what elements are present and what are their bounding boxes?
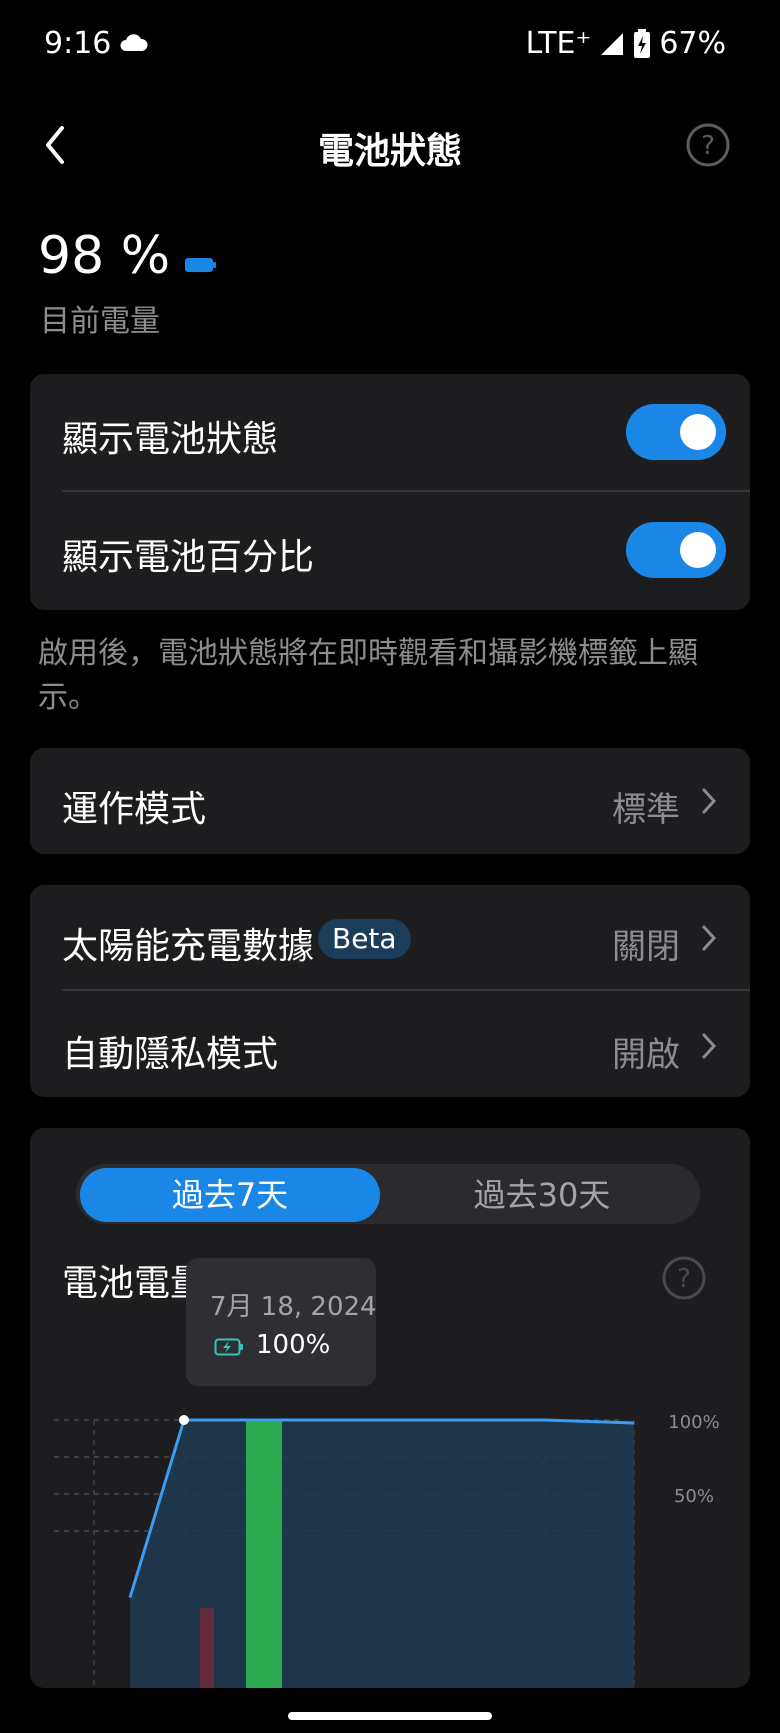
battery-status-toggle[interactable] bbox=[626, 404, 726, 460]
battery-level: 98 % bbox=[38, 226, 171, 286]
operating-mode-value: 標準 bbox=[612, 790, 680, 830]
battery-charging-icon bbox=[634, 28, 651, 58]
divider bbox=[62, 490, 750, 492]
toggle-knob bbox=[680, 414, 716, 450]
solar-charging-value: 關閉 bbox=[612, 927, 680, 967]
cloud-icon bbox=[120, 34, 148, 51]
operating-mode-row[interactable]: 運作模式 標準 bbox=[30, 748, 750, 854]
battery-percent-toggle[interactable] bbox=[626, 522, 726, 578]
battery-level-chart: 100% 50% bbox=[54, 1412, 720, 1688]
page-title: 電池狀態 bbox=[317, 131, 462, 172]
battery-charging-icon bbox=[214, 1338, 243, 1356]
auto-privacy-value: 開啟 bbox=[612, 1035, 680, 1075]
battery-level-icon bbox=[185, 258, 216, 272]
tooltip-date: 7月 18, 2024 bbox=[210, 1292, 377, 1322]
chevron-right-icon bbox=[702, 925, 717, 951]
charging-band bbox=[246, 1420, 282, 1688]
home-indicator[interactable] bbox=[288, 1712, 492, 1720]
toggle-label-battery-percent: 顯示電池百分比 bbox=[62, 537, 315, 578]
privacy-settings-card: 太陽能充電數據 Beta 關閉 自動隱私模式 開啟 bbox=[30, 885, 750, 1097]
settings-note: 啟用後，電池狀態將在即時觀看和攝影機標籤上顯示。 bbox=[38, 636, 698, 715]
status-battery-percent: 67% bbox=[659, 26, 726, 61]
battery-level-label: 目前電量 bbox=[40, 304, 160, 339]
highlight-point bbox=[179, 1415, 189, 1425]
status-icons: LTE⁺ 67% bbox=[526, 26, 726, 61]
signal-icon bbox=[601, 32, 624, 55]
y-tick-label: 100% bbox=[668, 1412, 719, 1433]
svg-text:?: ? bbox=[677, 1264, 691, 1294]
auto-privacy-label: 自動隱私模式 bbox=[62, 1034, 279, 1075]
chart-title: 電池電量 bbox=[62, 1263, 207, 1304]
help-icon[interactable]: ? bbox=[662, 1256, 706, 1300]
operating-mode-label: 運作模式 bbox=[62, 789, 207, 830]
chevron-right-icon bbox=[702, 1033, 717, 1059]
beta-badge: Beta bbox=[318, 919, 411, 959]
chevron-right-icon bbox=[702, 788, 717, 814]
solar-charging-label: 太陽能充電數據 bbox=[62, 926, 315, 967]
help-icon[interactable]: ? bbox=[686, 123, 730, 167]
toggle-knob bbox=[680, 532, 716, 568]
display-settings-card: 顯示電池狀態 顯示電池百分比 bbox=[30, 374, 750, 610]
tooltip-value: 100% bbox=[256, 1330, 331, 1360]
solar-charging-row[interactable]: 太陽能充電數據 Beta 關閉 bbox=[30, 885, 750, 989]
status-time: 9:16 bbox=[44, 26, 112, 61]
battery-chart-card: 過去7天 過去30天 100% 50% 電池電量 ? 7月 18, 2024 10… bbox=[30, 1128, 750, 1688]
auto-privacy-row[interactable]: 自動隱私模式 開啟 bbox=[30, 991, 750, 1097]
chart-tooltip: 7月 18, 2024 100% bbox=[186, 1258, 377, 1386]
low-battery-band bbox=[200, 1608, 214, 1688]
network-label: LTE⁺ bbox=[525, 26, 592, 61]
y-tick-label: 50% bbox=[674, 1486, 714, 1507]
svg-text:?: ? bbox=[701, 131, 715, 161]
toggle-label-battery-status: 顯示電池狀態 bbox=[62, 419, 279, 460]
